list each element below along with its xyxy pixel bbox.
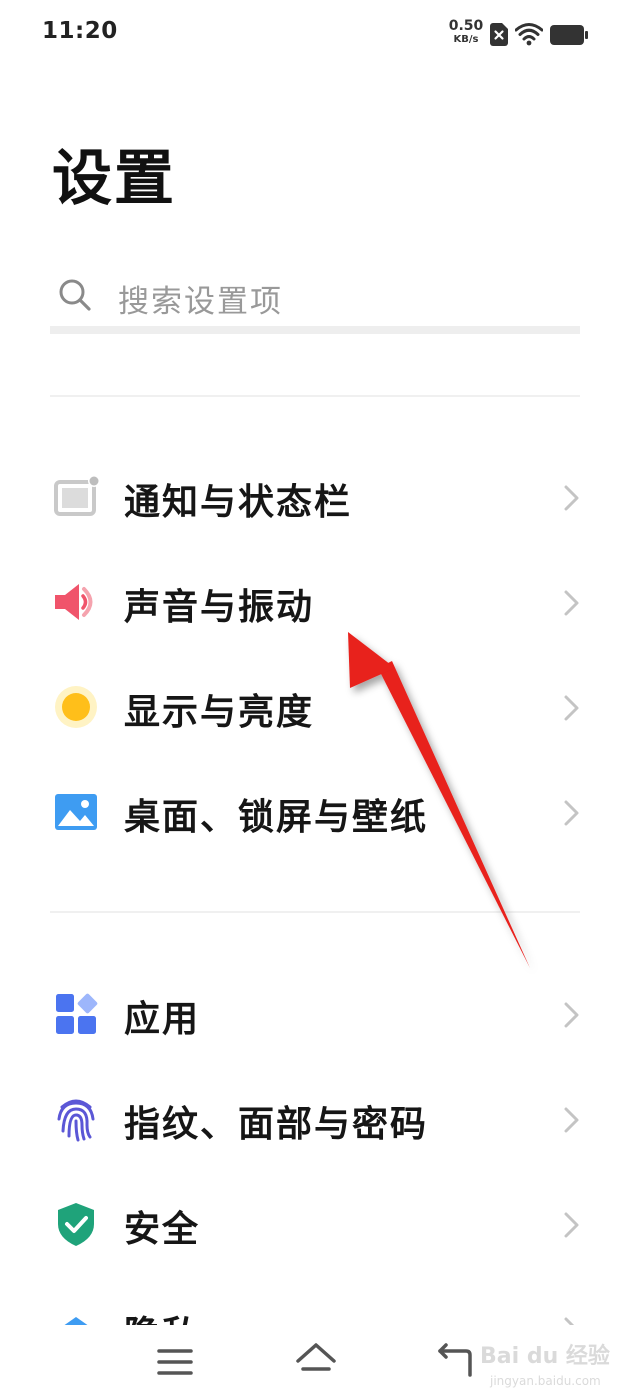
status-time: 11:20 bbox=[42, 18, 118, 44]
settings-item-label: 指纹、面部与密码 bbox=[124, 1104, 429, 1145]
network-speed-value: 0.50 bbox=[448, 18, 484, 34]
menu-icon[interactable] bbox=[156, 1345, 194, 1379]
home-icon[interactable] bbox=[294, 1339, 338, 1379]
settings-item-wallpaper[interactable]: 桌面、锁屏与壁纸 bbox=[0, 760, 630, 865]
speaker-icon bbox=[55, 584, 93, 620]
wallpaper-image-icon bbox=[55, 794, 97, 830]
search-icon bbox=[59, 279, 91, 311]
network-speed-unit: KB/s bbox=[453, 34, 479, 45]
settings-item-notifications[interactable]: 通知与状态栏 bbox=[0, 445, 630, 550]
chevron-right-icon bbox=[564, 1212, 579, 1238]
brightness-sun-icon bbox=[55, 686, 97, 728]
sim-off-icon bbox=[490, 23, 508, 46]
settings-item-label: 安全 bbox=[124, 1209, 201, 1250]
network-speed: 0.50 KB/s bbox=[446, 18, 486, 46]
shield-check-icon bbox=[58, 1203, 94, 1246]
chevron-right-icon bbox=[564, 695, 579, 721]
battery-icon bbox=[550, 25, 588, 45]
settings-item-label: 声音与振动 bbox=[124, 587, 315, 628]
settings-item-apps[interactable]: 应用 bbox=[0, 962, 630, 1067]
search-input[interactable]: 搜索设置项 bbox=[118, 276, 283, 321]
settings-item-display[interactable]: 显示与亮度 bbox=[0, 655, 630, 760]
search-underline bbox=[50, 326, 580, 334]
settings-item-label: 应用 bbox=[124, 999, 201, 1040]
settings-item-label: 通知与状态栏 bbox=[124, 482, 353, 523]
chevron-right-icon bbox=[564, 485, 579, 511]
baidu-watermark: Bai du 经验 jingyan.baidu.com bbox=[480, 1334, 630, 1400]
settings-item-label: 桌面、锁屏与壁纸 bbox=[124, 797, 429, 838]
section-divider bbox=[50, 911, 580, 913]
status-bar: 11:20 0.50 KB/s bbox=[0, 0, 630, 70]
chevron-right-icon bbox=[564, 800, 579, 826]
fingerprint-icon bbox=[57, 1099, 95, 1142]
search-bar[interactable]: 搜索设置项 bbox=[50, 262, 580, 334]
settings-item-label: 显示与亮度 bbox=[124, 692, 315, 733]
settings-item-fingerprint[interactable]: 指纹、面部与密码 bbox=[0, 1067, 630, 1172]
watermark-text: Bai du 经验 bbox=[480, 1344, 610, 1369]
wifi-icon bbox=[515, 23, 543, 46]
watermark-url: jingyan.baidu.com bbox=[490, 1374, 601, 1388]
chevron-right-icon bbox=[564, 1107, 579, 1133]
page-title: 设置 bbox=[52, 144, 176, 214]
chevron-right-icon bbox=[564, 1002, 579, 1028]
chevron-right-icon bbox=[564, 590, 579, 616]
back-icon[interactable] bbox=[436, 1343, 474, 1379]
apps-grid-icon bbox=[56, 993, 98, 1034]
settings-item-sound[interactable]: 声音与振动 bbox=[0, 550, 630, 655]
notification-status-bar-icon bbox=[54, 475, 100, 516]
settings-item-security[interactable]: 安全 bbox=[0, 1172, 630, 1277]
section-divider bbox=[50, 395, 580, 397]
